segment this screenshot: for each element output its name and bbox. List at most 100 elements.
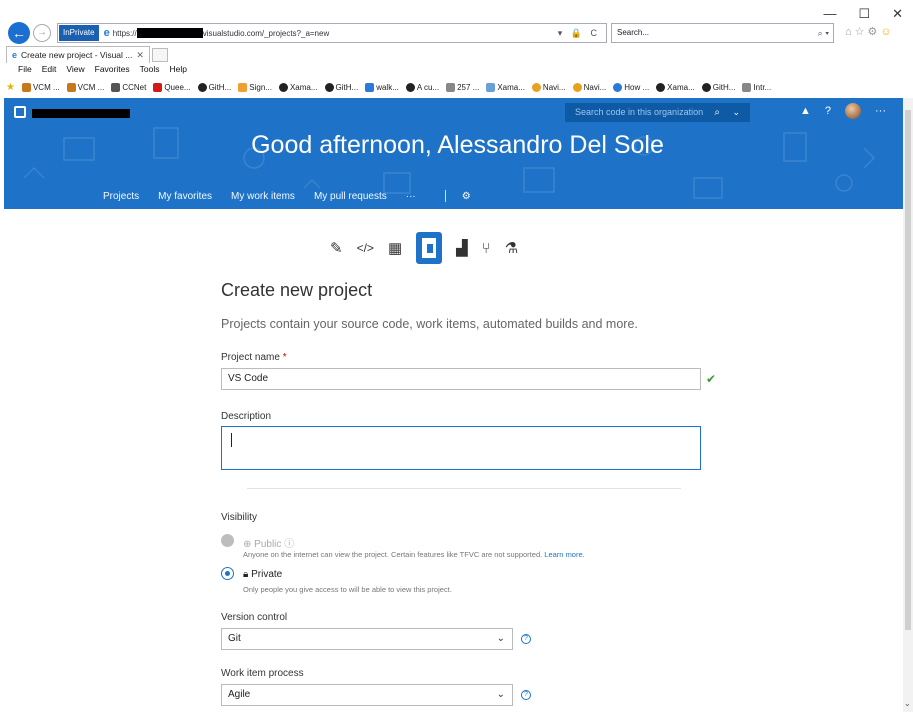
favorite-link[interactable]: VCM ... (21, 83, 60, 92)
favorite-link[interactable]: VCM ... (66, 83, 104, 92)
favorite-link[interactable]: Xama... (656, 83, 695, 92)
favorite-label: walk... (376, 83, 399, 92)
hub-navigation: Projects My favorites My work items My p… (103, 190, 471, 202)
redacted-organization (32, 109, 130, 118)
github-icon (405, 83, 415, 92)
favorites-star-icon[interactable]: ★ (6, 82, 15, 93)
ie-tab-icon: e (12, 50, 18, 60)
scrollbar-thumb[interactable] (905, 110, 911, 630)
favorite-link[interactable]: CCNet (111, 83, 146, 92)
favorite-link[interactable]: Sign... (238, 83, 272, 92)
settings-gear-icon[interactable]: ⚙ (462, 191, 471, 202)
favorite-icon (111, 83, 121, 92)
redacted-url (136, 28, 203, 38)
search-icon[interactable]: ⌕ (714, 103, 720, 122)
learn-more-link[interactable]: Learn more. (544, 550, 584, 559)
search-go-icon[interactable]: ⌕ ▾ (818, 24, 829, 42)
favorite-icon (742, 83, 752, 92)
favorite-link[interactable]: GitH... (324, 83, 358, 92)
menu-help[interactable]: Help (169, 64, 186, 74)
new-tab-button[interactable] (151, 47, 168, 62)
favorite-link[interactable]: Xama... (486, 83, 525, 92)
inprivate-badge: InPrivate (59, 25, 99, 41)
devops-header: Search code in this organization ⌕ ⌄ ▲ ?… (4, 98, 911, 209)
description-label: Description (221, 411, 272, 422)
favorites-star-icon[interactable]: ☆ (855, 26, 868, 38)
page-scrollbar[interactable]: ⌄ (903, 98, 913, 712)
favorite-link[interactable]: GitH... (197, 83, 231, 92)
info-icon: ⓘ (284, 539, 295, 550)
forward-button[interactable]: → (33, 24, 51, 42)
private-label: Private (251, 569, 283, 580)
home-icon[interactable]: ⌂ (845, 26, 855, 38)
tab-my-pull-requests[interactable]: My pull requests (314, 191, 387, 202)
azure-devops-logo-icon[interactable] (14, 106, 26, 118)
work-item-process-select[interactable]: Agile ⌄ (221, 684, 513, 706)
chevron-down-icon: ⌄ (496, 633, 505, 644)
favorite-label: Xama... (497, 83, 525, 92)
tab-create-new-project[interactable]: e Create new project - Visual ... ✕ (6, 46, 150, 63)
version-control-select[interactable]: Git ⌄ (221, 628, 513, 650)
more-hubs-button[interactable]: ··· (406, 191, 416, 202)
favorite-link[interactable]: Xama... (278, 83, 318, 92)
toolbar-icons: ⌂☆⚙☺ (845, 25, 895, 38)
favorite-icon (486, 83, 496, 92)
more-options-icon[interactable]: ··· (875, 105, 886, 117)
help-icon[interactable]: ? (521, 634, 531, 644)
project-name-input[interactable]: VS Code (221, 368, 701, 390)
menu-edit[interactable]: Edit (42, 64, 57, 74)
greeting-title: Good afternoon, Alessandro Del Sole (251, 131, 664, 159)
favorite-link[interactable]: Navi... (572, 83, 606, 92)
address-bar[interactable]: InPrivate e https:// visualstudio.com/_p… (57, 23, 607, 43)
page-subtitle: Projects contain your source code, work … (221, 317, 638, 331)
menu-view[interactable]: View (66, 64, 84, 74)
address-actions[interactable]: ▾ 🔒 C (558, 28, 600, 39)
chevron-down-icon[interactable]: ⌄ (732, 103, 740, 122)
work-item-process-value: Agile (228, 689, 251, 700)
favorite-link[interactable]: 257 ... (446, 83, 479, 92)
browser-search-input[interactable]: Search... ⌕ ▾ (611, 23, 834, 43)
topbar-icons: ▲ ? ··· (800, 103, 886, 119)
public-help: Anyone on the internet can view the proj… (243, 550, 585, 559)
tab-projects[interactable]: Projects (103, 191, 139, 202)
avatar[interactable] (845, 103, 862, 119)
help-icon[interactable]: ? (825, 105, 831, 117)
public-radio[interactable] (221, 534, 234, 547)
version-control-label: Version control (221, 612, 288, 623)
favorites-bar: ★ VCM ... VCM ... CCNet Quee... GitH... … (6, 79, 913, 96)
boards-icon: ✎ (330, 240, 343, 257)
back-button[interactable]: ← (8, 22, 30, 44)
code-search-input[interactable]: Search code in this organization ⌕ ⌄ (565, 103, 750, 122)
favorite-icon (21, 83, 31, 92)
favorite-link[interactable]: Navi... (531, 83, 566, 92)
menu-file[interactable]: File (18, 64, 32, 74)
service-icons: ✎ </> ▦ ▟ ⑂ ⚗ (330, 232, 518, 264)
required-mark: * (282, 352, 287, 363)
chevron-down-icon: ⌄ (496, 689, 505, 700)
marketplace-bag-icon[interactable]: ▲ (800, 105, 811, 117)
favorite-link[interactable]: A cu... (405, 83, 439, 92)
favorite-link[interactable]: GitH... (701, 83, 735, 92)
menu-tools[interactable]: Tools (140, 64, 160, 74)
menu-bar: File Edit View Favorites Tools Help (18, 64, 187, 74)
code-search-placeholder: Search code in this organization (575, 107, 704, 117)
devops-topbar: Search code in this organization ⌕ ⌄ ▲ ?… (4, 98, 911, 126)
tab-close-icon[interactable]: ✕ (136, 47, 144, 63)
azure-devops-main-icon (416, 232, 443, 264)
favorite-link[interactable]: walk... (365, 83, 399, 92)
favorite-link[interactable]: How ... (613, 83, 649, 92)
version-control-value: Git (228, 633, 241, 644)
favorite-label: Intr... (753, 83, 772, 92)
scroll-down-icon[interactable]: ⌄ (904, 699, 911, 708)
menu-favorites[interactable]: Favorites (95, 64, 130, 74)
help-icon[interactable]: ? (521, 690, 531, 700)
feedback-smiley-icon[interactable]: ☺ (880, 26, 894, 38)
favorite-link[interactable]: Quee... (153, 83, 191, 92)
description-textarea[interactable] (221, 426, 701, 470)
private-radio[interactable] (221, 567, 234, 580)
favorite-link[interactable]: Intr... (742, 83, 771, 92)
tab-my-favorites[interactable]: My favorites (158, 191, 212, 202)
gear-icon[interactable]: ⚙ (868, 26, 881, 38)
ie-page-icon: e (103, 27, 110, 39)
tab-my-work-items[interactable]: My work items (231, 191, 295, 202)
